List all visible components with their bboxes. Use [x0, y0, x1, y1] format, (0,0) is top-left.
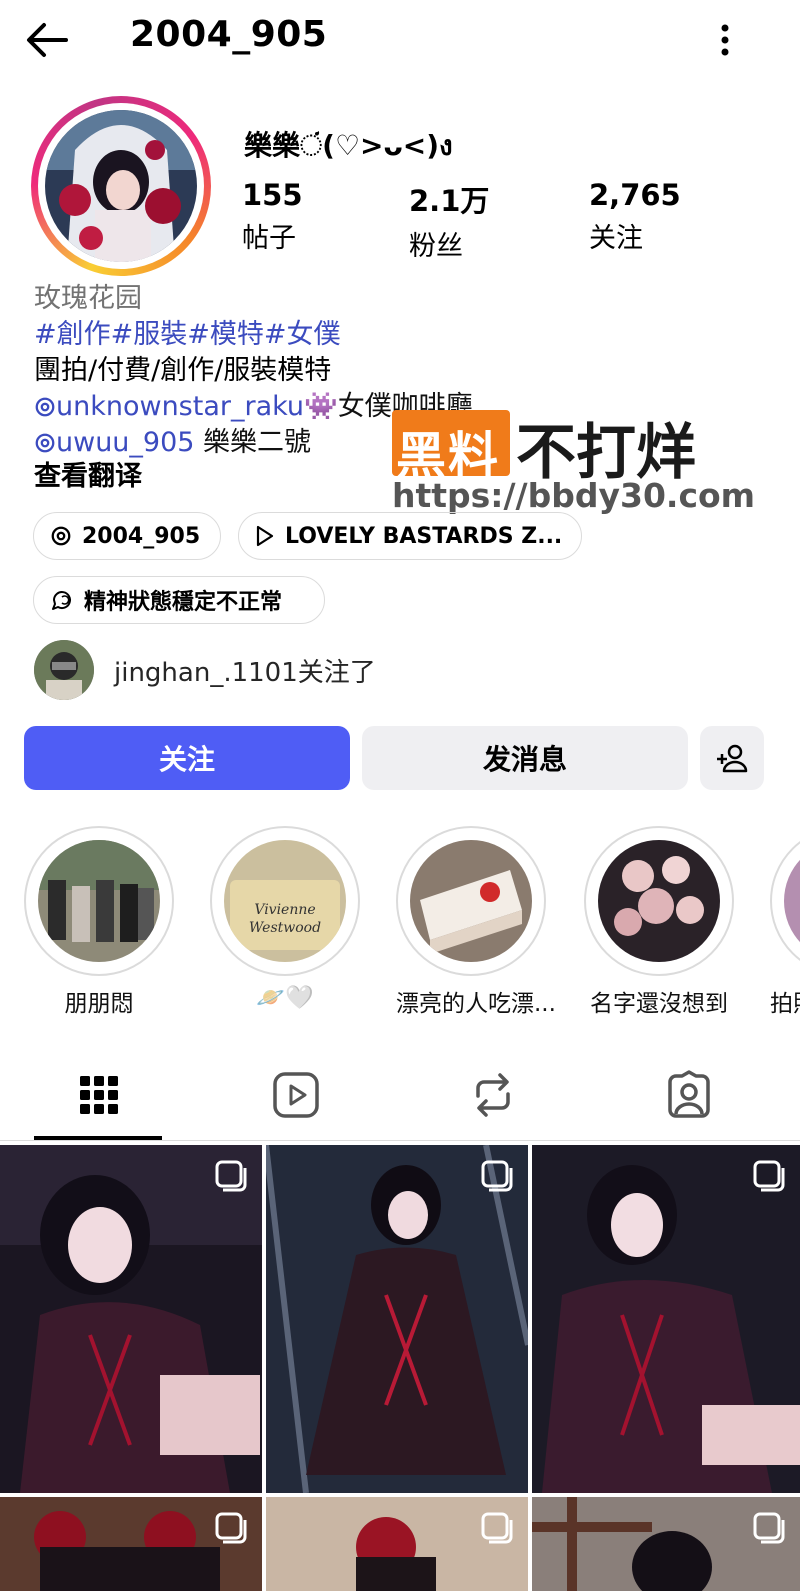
highlight-cover [410, 840, 532, 962]
display-name: 樂樂ં(♡>ᴗ<)ง [244, 129, 453, 162]
post-thumbnail[interactable] [266, 1497, 528, 1591]
highlight-item[interactable]: 漂亮的人吃漂... [396, 826, 556, 1018]
add-person-icon [717, 744, 748, 773]
mention-emoji-1: 👾 [304, 391, 338, 422]
stat-following-label: 关注 [589, 223, 643, 254]
carousel-icon [481, 1160, 513, 1192]
threads-mention-icon [35, 433, 55, 453]
arrow-left-icon[interactable] [22, 18, 72, 62]
chip-music[interactable]: LOVELY BASTARDS Z... [238, 512, 582, 560]
highlight-item[interactable]: 拍照 [770, 826, 800, 1018]
follow-button[interactable]: 关注 [24, 726, 350, 790]
stat-followers[interactable]: 2.1万 粉丝 [409, 178, 489, 263]
repost-icon[interactable] [468, 1070, 518, 1120]
stat-posts[interactable]: 155 帖子 [242, 178, 303, 255]
stat-posts-label: 帖子 [242, 223, 296, 254]
highlight-cover [38, 840, 160, 962]
threads-icon [51, 526, 71, 546]
followed-by[interactable]: jinghan_.1101关注了 [34, 640, 376, 700]
top-bar: 2004_905 [0, 0, 800, 80]
post-thumbnail[interactable] [0, 1497, 262, 1591]
play-icon [256, 525, 274, 547]
highlight-label: 🪐🤍 [256, 985, 314, 1011]
tagged-user-icon[interactable] [664, 1070, 714, 1120]
chip-note-label: 精神狀態穩定不正常 [84, 590, 283, 615]
carousel-icon [481, 1512, 513, 1544]
bio-text: 團拍/付費/創作/服裝模特 [34, 355, 332, 386]
post-thumbnail[interactable] [532, 1145, 800, 1493]
stat-following[interactable]: 2,765 关注 [589, 178, 681, 255]
reels-icon[interactable] [271, 1070, 321, 1120]
profile-tabs [0, 1050, 800, 1142]
carousel-icon [753, 1512, 785, 1544]
profile-avatar [45, 110, 197, 262]
highlight-cover: Vivienne Westwood [224, 840, 346, 962]
highlight-cover [598, 840, 720, 962]
suggest-users-button[interactable] [700, 726, 764, 790]
carousel-icon [215, 1160, 247, 1192]
grid-icon[interactable] [74, 1070, 124, 1120]
profile-category: 玫瑰花园 [34, 283, 142, 314]
highlight-item[interactable]: 朋朋悶 [24, 826, 174, 1018]
threads-mention-icon [35, 397, 55, 417]
followed-by-text: jinghan_.1101关注了 [114, 657, 376, 688]
carousel-icon [753, 1160, 785, 1192]
stat-following-count: 2,765 [589, 178, 681, 212]
profile-username: 2004_905 [130, 14, 328, 55]
highlight-label: 拍照 [770, 991, 800, 1017]
carousel-icon [215, 1512, 247, 1544]
chat-bubble-icon [52, 591, 71, 610]
tabs-divider [0, 1140, 800, 1141]
highlight-label: 名字還沒想到 [590, 991, 728, 1017]
follower-avatar [34, 640, 94, 700]
chip-music-label: LOVELY BASTARDS Z... [285, 523, 563, 549]
post-thumbnail[interactable] [0, 1145, 262, 1493]
watermark-url: https://bbdy30.com [392, 476, 756, 515]
mention-handle-1[interactable]: unknownstar_raku [56, 391, 304, 422]
message-button[interactable]: 发消息 [362, 726, 688, 790]
highlight-label: 朋朋悶 [64, 991, 134, 1017]
posts-grid [0, 1145, 800, 1591]
watermark-badge: 黑料 [392, 410, 510, 485]
chip-note[interactable]: 精神狀態穩定不正常 [33, 576, 325, 624]
bio-hashtags[interactable]: #創作#服裝#模特#女僕 [34, 312, 341, 351]
stat-posts-count: 155 [242, 178, 303, 212]
svg-text:Westwood: Westwood [249, 920, 321, 936]
chip-threads-label: 2004_905 [82, 523, 201, 549]
mention-text-2: 樂樂二號 [194, 427, 312, 458]
post-thumbnail[interactable] [266, 1145, 528, 1493]
more-vertical-icon[interactable] [710, 20, 740, 60]
highlight-label: 漂亮的人吃漂... [396, 991, 556, 1017]
highlight-item[interactable]: 名字還沒想到 [584, 826, 734, 1018]
chip-threads[interactable]: 2004_905 [33, 512, 221, 560]
highlight-item[interactable]: Vivienne Westwood 🪐🤍 [210, 826, 360, 1011]
see-translation-link[interactable]: 查看翻译 [34, 454, 142, 493]
story-ring[interactable] [31, 96, 211, 276]
stat-followers-count: 2.1万 [409, 184, 490, 218]
svg-text:Vivienne: Vivienne [254, 902, 315, 918]
post-thumbnail[interactable] [532, 1497, 800, 1591]
stat-followers-label: 粉丝 [409, 231, 463, 262]
highlight-cover [784, 840, 800, 962]
